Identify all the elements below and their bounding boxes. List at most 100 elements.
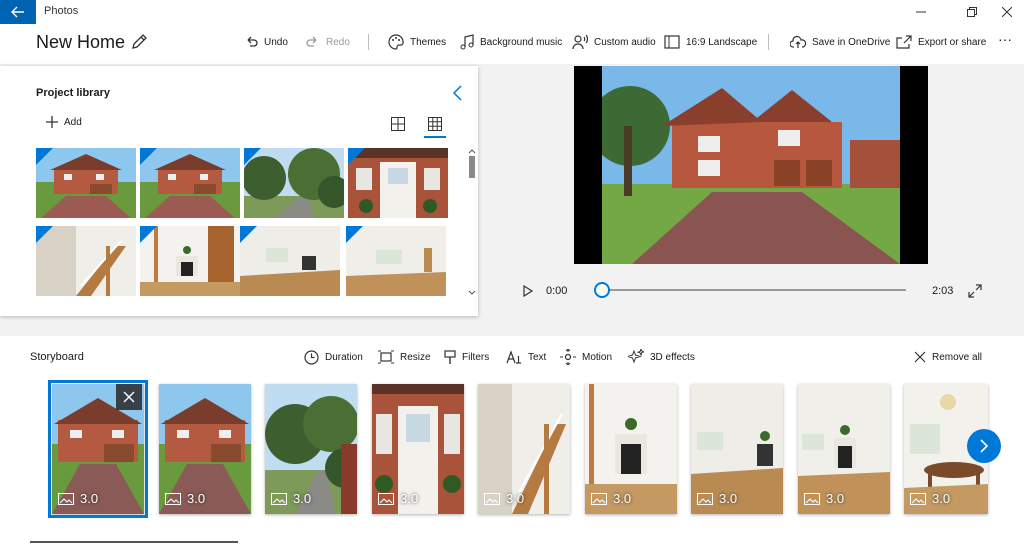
remove-clip-button[interactable] xyxy=(116,384,142,410)
storyboard-clip[interactable]: 3.0 xyxy=(478,384,570,514)
library-thumbnail[interactable] xyxy=(140,148,240,218)
close-window-button[interactable] xyxy=(990,0,1024,24)
person-audio-icon xyxy=(572,34,588,50)
export-share-button[interactable]: Export or share xyxy=(896,33,986,51)
image-icon xyxy=(58,492,74,505)
add-label: Add xyxy=(64,116,82,128)
aspect-ratio-icon xyxy=(664,35,680,49)
background-music-button[interactable]: Background music xyxy=(460,33,562,51)
image-icon xyxy=(165,492,181,505)
library-thumbnail[interactable] xyxy=(348,148,448,218)
video-preview[interactable] xyxy=(574,66,928,264)
resize-icon xyxy=(378,350,394,364)
storyboard-clip[interactable]: 3.0 xyxy=(372,384,464,514)
remove-all-button[interactable]: Remove all xyxy=(914,349,982,365)
restore-button[interactable] xyxy=(955,0,989,24)
aspect-ratio-button[interactable]: 16:9 Landscape xyxy=(664,33,757,51)
text-icon xyxy=(506,350,521,364)
library-thumbnail[interactable] xyxy=(36,148,136,218)
minimize-icon xyxy=(916,11,926,13)
storyboard-panel: Storyboard Duration Resize Filters Text … xyxy=(0,336,1024,546)
clip-duration-badge: 3.0 xyxy=(910,491,950,506)
view-selected-indicator xyxy=(424,136,446,138)
3d-effects-button[interactable]: 3D effects xyxy=(628,349,695,365)
motion-button[interactable]: Motion xyxy=(560,349,612,365)
close-icon xyxy=(123,391,135,403)
storyboard-title: Storyboard xyxy=(30,351,84,363)
motion-label: Motion xyxy=(582,351,613,363)
add-button[interactable]: Add xyxy=(46,116,82,128)
toolbar-divider xyxy=(768,34,769,50)
clip-duration: 3.0 xyxy=(187,491,206,506)
image-icon xyxy=(378,492,394,505)
play-icon[interactable] xyxy=(520,284,534,298)
library-thumbnail[interactable] xyxy=(244,148,344,218)
storyboard-clip[interactable]: 3.0 xyxy=(159,384,251,514)
clip-duration: 3.0 xyxy=(506,491,525,506)
scroll-next-button[interactable] xyxy=(967,429,1001,463)
custom-audio-button[interactable]: Custom audio xyxy=(572,33,656,51)
filters-button[interactable]: Filters xyxy=(444,349,489,365)
save-onedrive-button[interactable]: Save in OneDrive xyxy=(790,33,890,51)
grid-large-icon xyxy=(391,117,405,131)
library-thumbnail[interactable] xyxy=(346,226,446,296)
clip-duration-badge: 3.0 xyxy=(378,491,418,506)
back-button[interactable] xyxy=(0,0,36,24)
storyboard-clip[interactable]: 3.0 xyxy=(798,384,890,514)
cloud-upload-icon xyxy=(790,35,806,48)
clip-duration: 3.0 xyxy=(400,491,419,506)
chevron-left-icon[interactable] xyxy=(451,84,465,102)
back-arrow-icon xyxy=(11,6,24,18)
app-title: Photos xyxy=(44,5,79,17)
library-thumbnail[interactable] xyxy=(240,226,340,296)
export-icon xyxy=(896,35,912,49)
storyboard-clip[interactable]: 3.0 xyxy=(265,384,357,514)
clip-duration: 3.0 xyxy=(80,491,99,506)
fullscreen-icon[interactable] xyxy=(968,284,982,298)
resize-button[interactable]: Resize xyxy=(378,349,431,365)
seek-bar[interactable] xyxy=(602,289,906,291)
save-onedrive-label: Save in OneDrive xyxy=(812,36,891,48)
current-time: 0:00 xyxy=(546,285,568,297)
library-thumbnail[interactable] xyxy=(36,226,136,296)
close-icon xyxy=(914,351,926,363)
themes-label: Themes xyxy=(410,36,447,48)
total-time: 2:03 xyxy=(932,285,954,297)
themes-button[interactable]: Themes xyxy=(388,33,446,51)
toolbar-divider xyxy=(368,34,369,50)
close-icon xyxy=(1002,7,1012,17)
storyboard-clip[interactable]: 3.0 xyxy=(585,384,677,514)
preview-frame xyxy=(602,66,900,264)
aspect-ratio-label: 16:9 Landscape xyxy=(686,36,758,48)
scrollbar-thumb[interactable] xyxy=(469,156,475,178)
more-options-button[interactable]: ··· xyxy=(998,30,1012,48)
filters-label: Filters xyxy=(462,351,490,363)
motion-icon xyxy=(560,349,576,365)
library-scrollbar[interactable] xyxy=(468,148,476,296)
redo-button[interactable]: Redo xyxy=(306,33,350,51)
seek-thumb[interactable] xyxy=(594,282,610,298)
scroll-up-icon xyxy=(468,149,476,154)
text-label: Text xyxy=(528,351,547,363)
export-share-label: Export or share xyxy=(918,36,987,48)
undo-button[interactable]: Undo xyxy=(244,33,288,51)
title-bar: Photos xyxy=(0,0,1024,24)
duration-button[interactable]: Duration xyxy=(304,349,363,365)
selected-corner-marker xyxy=(348,148,365,165)
minimize-button[interactable] xyxy=(904,0,938,24)
text-button[interactable]: Text xyxy=(506,349,546,365)
palette-icon xyxy=(388,34,404,50)
small-grid-view-button[interactable] xyxy=(425,114,445,134)
sparkle-icon xyxy=(628,349,644,364)
pencil-icon[interactable] xyxy=(130,33,148,51)
selected-corner-marker xyxy=(36,148,53,165)
storyboard-clip[interactable]: 3.0 xyxy=(48,380,148,518)
large-grid-view-button[interactable] xyxy=(388,114,408,134)
storyboard-scrollbar[interactable] xyxy=(30,541,238,543)
clip-duration: 3.0 xyxy=(613,491,632,506)
selected-corner-marker xyxy=(36,226,53,243)
library-thumbnail[interactable] xyxy=(140,226,240,296)
storyboard-clip[interactable]: 3.0 xyxy=(691,384,783,514)
image-icon xyxy=(271,492,287,505)
project-header: New Home Undo Redo Themes Background mus… xyxy=(0,24,1024,64)
